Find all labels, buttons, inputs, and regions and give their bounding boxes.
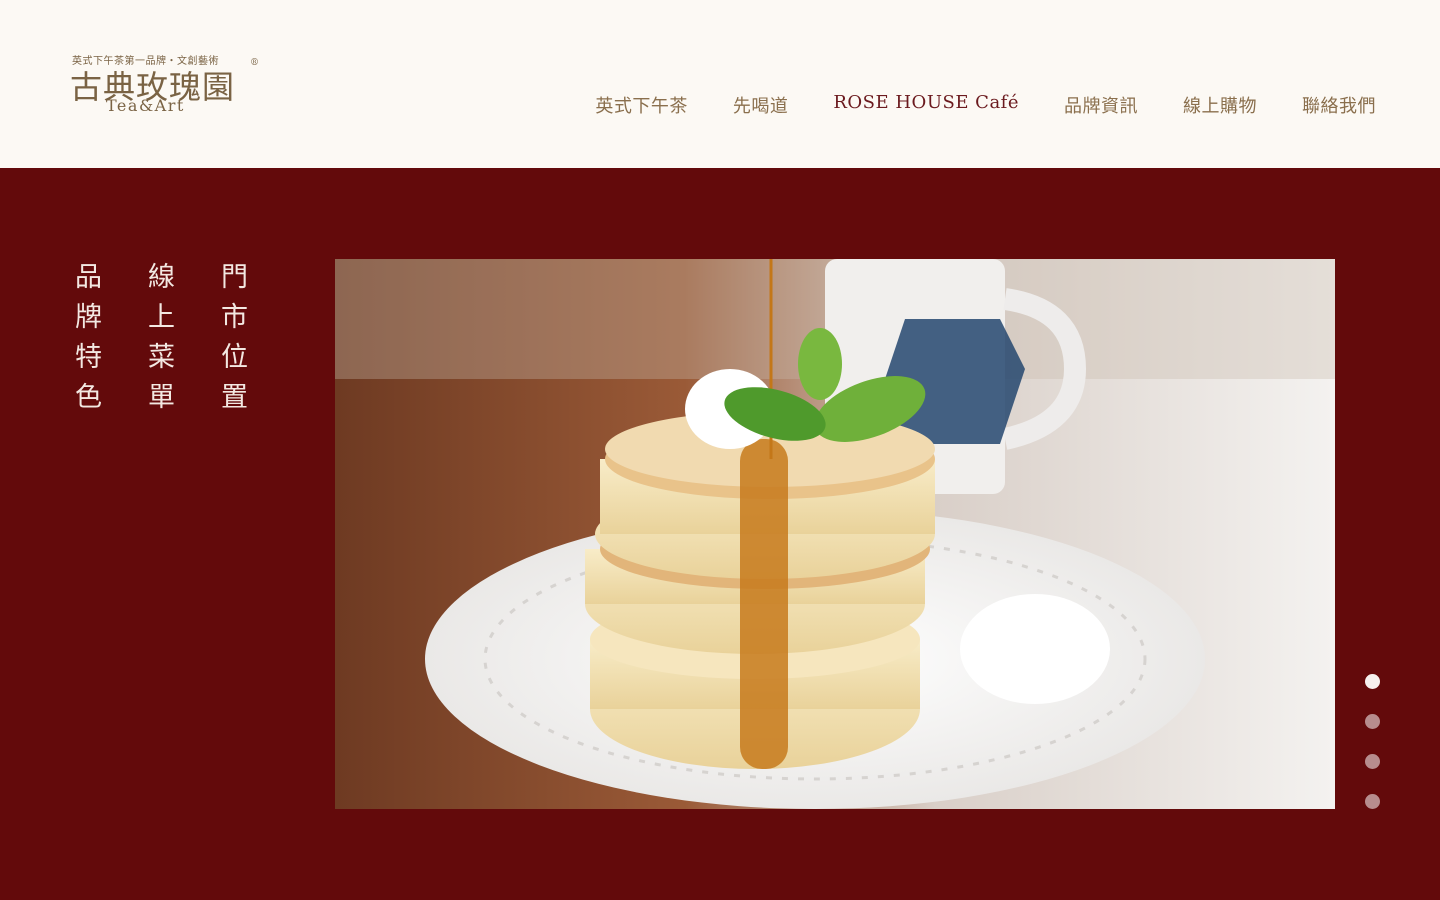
slider-dot-3[interactable] — [1365, 754, 1380, 769]
site-logo[interactable]: 英式下午茶第一品牌・文創藝術 古典玫瑰園 ® Tea&Art — [70, 50, 260, 120]
slider-dots — [1365, 674, 1380, 834]
slider-dot-4[interactable] — [1365, 794, 1380, 809]
slider-dot-2[interactable] — [1365, 714, 1380, 729]
site-header: 英式下午茶第一品牌・文創藝術 古典玫瑰園 ® Tea&Art 英式下午茶 先喝道… — [0, 0, 1440, 168]
hero-section: 門市位置 線上菜單 品牌特色 — [0, 168, 1440, 900]
main-nav: 英式下午茶 先喝道 ROSE HOUSE Café 品牌資訊 線上購物 聯絡我們 — [550, 92, 1376, 118]
nav-drink-first[interactable]: 先喝道 — [733, 92, 789, 118]
link-store-locations[interactable]: 門市位置 — [212, 262, 251, 422]
logo-registered-mark: ® — [250, 58, 259, 68]
slider-dot-1[interactable] — [1365, 674, 1380, 689]
nav-brand-info[interactable]: 品牌資訊 — [1064, 92, 1138, 118]
nav-contact[interactable]: 聯絡我們 — [1302, 92, 1376, 118]
nav-rose-house-cafe[interactable]: ROSE HOUSE Café — [833, 92, 1019, 118]
nav-online-shop[interactable]: 線上購物 — [1183, 92, 1257, 118]
hero-photo-pancakes — [335, 259, 1335, 809]
vertical-links: 門市位置 線上菜單 品牌特色 — [66, 262, 251, 422]
link-brand-features[interactable]: 品牌特色 — [66, 262, 105, 422]
logo-subtitle: Tea&Art — [106, 96, 185, 115]
nav-afternoon-tea[interactable]: 英式下午茶 — [595, 92, 688, 118]
link-online-menu[interactable]: 線上菜單 — [139, 262, 178, 422]
